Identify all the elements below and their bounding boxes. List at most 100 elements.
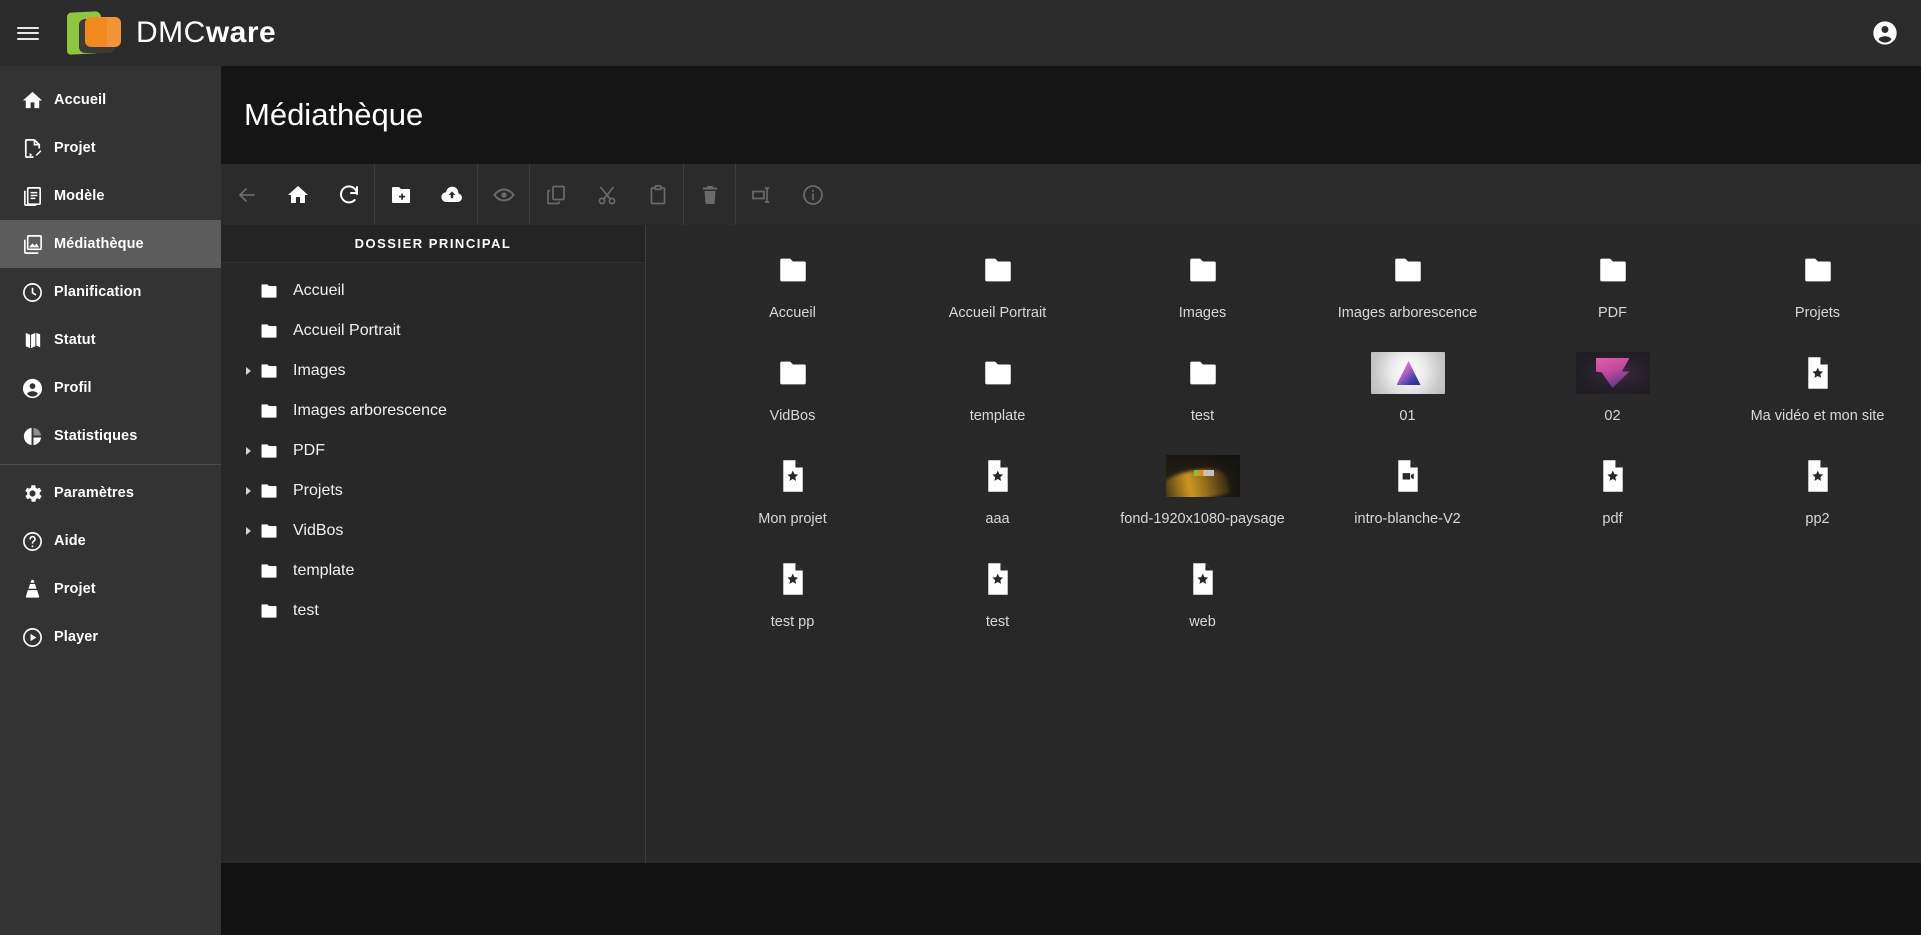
home-button[interactable] [272, 164, 323, 225]
file-item[interactable]: 01 [1305, 350, 1510, 434]
tree-node-label: Accueil [293, 282, 345, 299]
sidebar-item-statut[interactable]: Statut [0, 316, 221, 364]
chevron-right-icon[interactable] [237, 525, 259, 537]
file-item[interactable]: test [1100, 350, 1305, 434]
brand-logo[interactable]: DMCware [62, 10, 276, 56]
file-item[interactable]: PDF [1510, 247, 1715, 331]
folder-icon [259, 481, 289, 501]
upload-button[interactable] [426, 164, 477, 225]
document-star-icon [1188, 556, 1218, 602]
folder-icon [259, 521, 289, 541]
file-item[interactable]: pdf [1510, 453, 1715, 537]
toolbar-group-properties [736, 164, 838, 225]
file-item-label: Mon projet [758, 511, 827, 527]
tree-node-projets[interactable]: Projets [221, 471, 645, 511]
file-item[interactable]: Projets [1715, 247, 1920, 331]
copy-button[interactable] [530, 164, 581, 225]
toolbar-group-navigation [221, 164, 374, 225]
cut-button[interactable] [581, 164, 632, 225]
chevron-right-icon[interactable] [237, 485, 259, 497]
sidebar-item-planification[interactable]: Planification [0, 268, 221, 316]
footer-area [221, 863, 1921, 935]
document-star-icon [1803, 350, 1833, 396]
file-item[interactable]: test pp [690, 556, 895, 640]
account-circle-icon[interactable] [1871, 19, 1899, 47]
file-item[interactable]: fond-1920x1080-paysage [1100, 453, 1305, 537]
document-star-icon [983, 453, 1013, 499]
home-icon [10, 89, 54, 112]
file-item[interactable]: Images [1100, 247, 1305, 331]
sidebar-item-label: Aide [54, 533, 86, 549]
new-folder-button[interactable] [375, 164, 426, 225]
tree-node-vidbos[interactable]: VidBos [221, 511, 645, 551]
file-item[interactable]: 02 [1510, 350, 1715, 434]
file-item[interactable]: VidBos [690, 350, 895, 434]
toolbar-group-delete [684, 164, 735, 225]
file-item-label: Images [1178, 305, 1227, 321]
tree-node-accueil-portrait[interactable]: Accueil Portrait [221, 311, 645, 351]
refresh-button[interactable] [323, 164, 374, 225]
folder-icon [981, 350, 1015, 396]
document-star-icon [778, 453, 808, 499]
tree-node-pdf[interactable]: PDF [221, 431, 645, 471]
tree-node-label: test [293, 602, 319, 619]
app-root: DMCware Accueil Projet Modèle Médiathèqu… [0, 0, 1921, 935]
file-item-label: aaa [985, 511, 1010, 527]
content-area: DOSSIER PRINCIPAL Accueil Accueil Portra… [221, 225, 1921, 863]
folder-icon [259, 281, 289, 301]
tree-node-accueil[interactable]: Accueil [221, 271, 645, 311]
sidebar-item-parametres[interactable]: Paramètres [0, 469, 221, 517]
top-bar: DMCware [0, 0, 1921, 66]
sidebar-item-profil[interactable]: Profil [0, 364, 221, 412]
back-button[interactable] [221, 164, 272, 225]
file-item[interactable]: Ma vidéo et mon site [1715, 350, 1920, 434]
toolbar-group-create [375, 164, 477, 225]
tree-node-test[interactable]: test [221, 591, 645, 631]
file-item[interactable]: aaa [895, 453, 1100, 537]
sidebar-item-label: Paramètres [54, 485, 134, 501]
document-video-icon [1393, 453, 1423, 499]
chevron-right-icon[interactable] [237, 365, 259, 377]
file-item[interactable]: pp2 [1715, 453, 1920, 537]
paste-button[interactable] [632, 164, 683, 225]
sidebar-item-label: Player [54, 629, 99, 645]
rename-button[interactable] [736, 164, 787, 225]
file-toolbar [221, 164, 1921, 225]
sidebar-item-label: Profil [54, 380, 92, 396]
tree-node-images-arborescence[interactable]: Images arborescence [221, 391, 645, 431]
sidebar-item-player[interactable]: Player [0, 613, 221, 661]
file-item[interactable]: intro-blanche-V2 [1305, 453, 1510, 537]
sidebar-item-projet-vlc[interactable]: Projet [0, 565, 221, 613]
sidebar-item-label: Projet [54, 140, 96, 156]
file-item[interactable]: Mon projet [690, 453, 895, 537]
sidebar-item-modele[interactable]: Modèle [0, 172, 221, 220]
tree-node-images[interactable]: Images [221, 351, 645, 391]
pie-chart-icon [10, 425, 54, 448]
delete-button[interactable] [684, 164, 735, 225]
tree-node-label: Images [293, 362, 346, 379]
file-item[interactable]: Images arborescence [1305, 247, 1510, 331]
sidebar-item-mediatheque[interactable]: Médiathèque [0, 220, 221, 268]
tree-header: DOSSIER PRINCIPAL [221, 225, 645, 263]
chevron-right-icon[interactable] [237, 445, 259, 457]
preview-button[interactable] [478, 164, 529, 225]
logo-mark-icon [62, 10, 124, 56]
file-item-label: test [985, 614, 1010, 630]
file-item[interactable]: web [1100, 556, 1305, 640]
sidebar-item-label: Statut [54, 332, 96, 348]
info-circle-icon[interactable] [787, 164, 838, 225]
image-thumbnail [1165, 453, 1240, 499]
sidebar-item-projet[interactable]: Projet [0, 124, 221, 172]
file-item[interactable]: Accueil Portrait [895, 247, 1100, 331]
sidebar-item-accueil[interactable]: Accueil [0, 76, 221, 124]
file-item[interactable]: test [895, 556, 1100, 640]
file-item[interactable]: Accueil [690, 247, 895, 331]
brand-name: DMCware [136, 16, 276, 50]
file-item-label: Projets [1794, 305, 1841, 321]
file-item[interactable]: template [895, 350, 1100, 434]
tree-node-template[interactable]: template [221, 551, 645, 591]
file-item-label: 01 [1399, 408, 1416, 424]
hamburger-icon[interactable] [0, 0, 56, 66]
sidebar-item-aide[interactable]: Aide [0, 517, 221, 565]
sidebar-item-statistiques[interactable]: Statistiques [0, 412, 221, 460]
